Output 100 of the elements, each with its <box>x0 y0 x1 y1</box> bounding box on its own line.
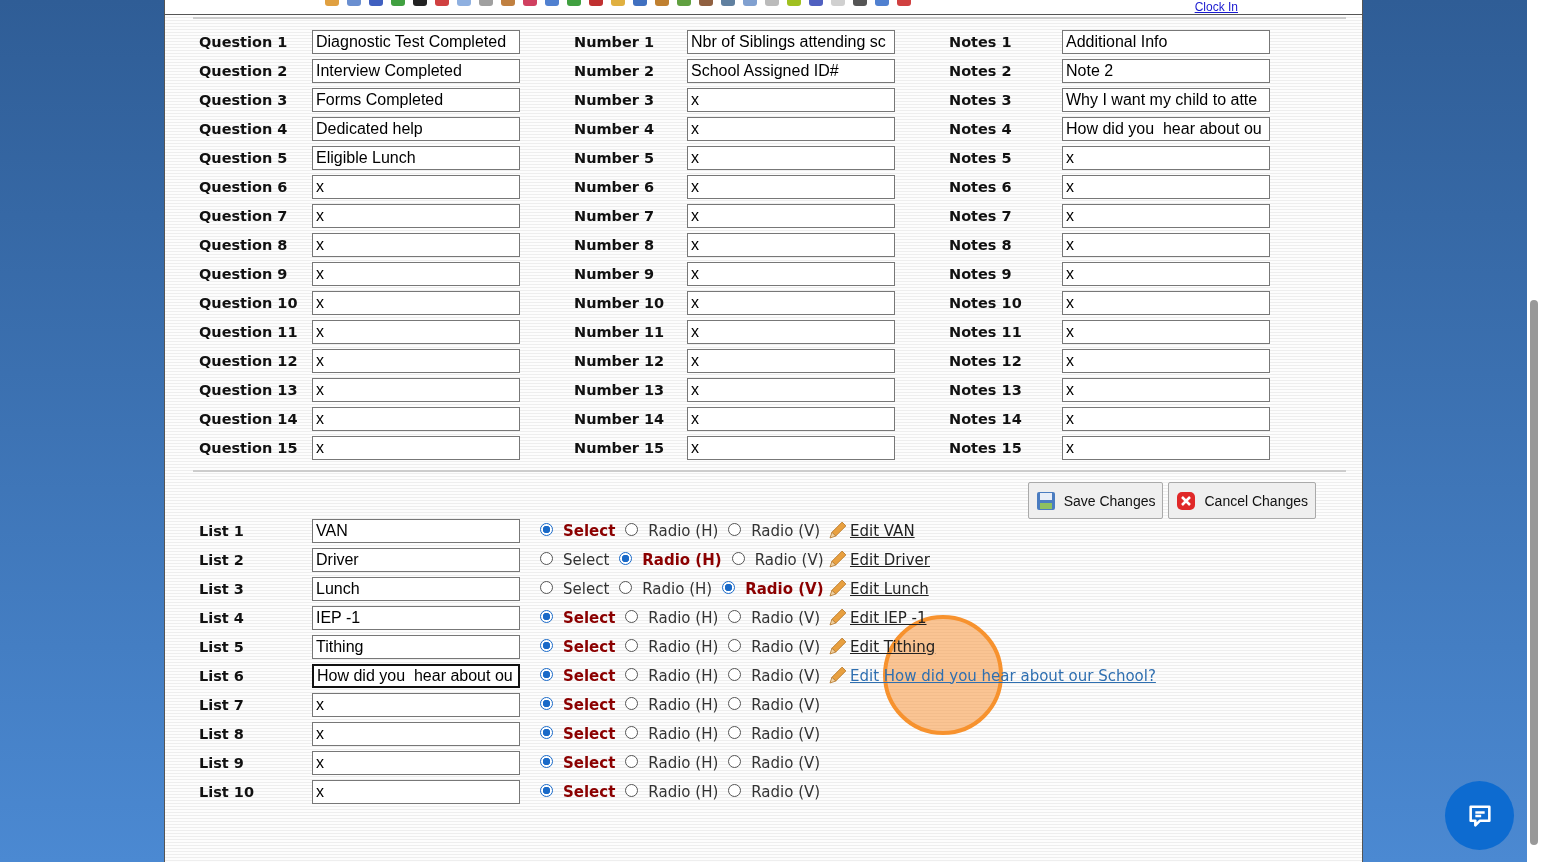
edit-link[interactable]: Edit Tithing <box>850 637 936 656</box>
radio-button[interactable] <box>625 638 639 652</box>
radio-button[interactable] <box>728 725 742 739</box>
text-field[interactable]: Lunch <box>312 576 520 601</box>
radio-button[interactable] <box>619 580 633 594</box>
radio-button[interactable] <box>625 522 639 536</box>
toolbar-icon[interactable] <box>413 0 427 6</box>
text-field[interactable]: VAN <box>312 518 520 543</box>
radio-button[interactable] <box>540 725 553 739</box>
radio-button[interactable] <box>731 551 745 565</box>
text-field[interactable]: x <box>1062 203 1270 228</box>
radio-button[interactable] <box>540 696 553 710</box>
radio-button[interactable] <box>540 609 553 623</box>
edit-link[interactable]: Edit Lunch <box>850 579 929 598</box>
text-field[interactable]: x <box>687 203 895 228</box>
text-field[interactable]: How did you hear about ou <box>312 663 520 688</box>
radio-button[interactable] <box>540 522 553 536</box>
text-field[interactable]: x <box>312 348 520 373</box>
text-field[interactable]: x <box>1062 290 1270 315</box>
text-field[interactable]: x <box>312 721 520 746</box>
radio-button[interactable] <box>540 580 553 594</box>
radio-button[interactable] <box>728 609 742 623</box>
toolbar-icon[interactable] <box>589 0 603 6</box>
text-field[interactable]: x <box>687 261 895 286</box>
field-label: Number 3 <box>574 91 656 108</box>
radio-button[interactable] <box>722 580 736 594</box>
text-field[interactable]: x <box>1062 435 1270 460</box>
radio-button[interactable] <box>728 783 742 797</box>
text-field[interactable]: x <box>312 435 520 460</box>
radio-button[interactable] <box>540 754 553 768</box>
text-field[interactable]: x <box>312 406 520 431</box>
text-field[interactable]: x <box>687 435 895 460</box>
text-field[interactable]: How did you hear about ou <box>1062 116 1270 141</box>
text-field[interactable]: Additional Info <box>1062 29 1270 54</box>
radio-button[interactable] <box>728 696 742 710</box>
radio-button[interactable] <box>625 725 639 739</box>
text-field[interactable]: x <box>312 203 520 228</box>
radio-button[interactable] <box>728 667 742 681</box>
text-field[interactable]: Note 2 <box>1062 58 1270 83</box>
radio-button[interactable] <box>728 754 742 768</box>
edit-link[interactable]: Edit VAN <box>850 521 915 540</box>
text-field[interactable]: x <box>687 116 895 141</box>
text-field[interactable]: IEP -1 <box>312 605 520 630</box>
text-field[interactable]: x <box>1062 377 1270 402</box>
radio-button[interactable] <box>625 696 639 710</box>
radio-button[interactable] <box>540 667 553 681</box>
toolbar-icon[interactable] <box>853 0 867 6</box>
toolbar-icon[interactable] <box>369 0 383 6</box>
radio-button[interactable] <box>625 667 639 681</box>
text-field[interactable]: x <box>1062 174 1270 199</box>
text-field[interactable]: x <box>312 750 520 775</box>
cancel-button[interactable]: Cancel Changes <box>1168 482 1316 519</box>
radio-button[interactable] <box>728 522 742 536</box>
text-field[interactable]: x <box>1062 145 1270 170</box>
text-field[interactable]: x <box>312 319 520 344</box>
text-field[interactable]: Why I want my child to atte <box>1062 87 1270 112</box>
text-field[interactable]: x <box>687 406 895 431</box>
text-field[interactable]: Forms Completed <box>312 87 520 112</box>
text-field[interactable]: x <box>312 692 520 717</box>
text-field[interactable]: x <box>687 377 895 402</box>
text-field[interactable]: School Assigned ID# <box>687 58 895 83</box>
text-field[interactable]: x <box>312 174 520 199</box>
text-field[interactable]: x <box>1062 319 1270 344</box>
text-field[interactable]: Diagnostic Test Completed <box>312 29 520 54</box>
text-field[interactable]: x <box>312 232 520 257</box>
radio-button[interactable] <box>728 638 742 652</box>
radio-button[interactable] <box>625 609 639 623</box>
radio-button[interactable] <box>540 551 553 565</box>
radio-button[interactable] <box>619 551 633 565</box>
text-field[interactable]: x <box>687 348 895 373</box>
toolbar-icon[interactable] <box>699 0 713 6</box>
text-field[interactable]: x <box>687 290 895 315</box>
text-field[interactable]: x <box>312 377 520 402</box>
text-field[interactable]: x <box>687 319 895 344</box>
text-field[interactable]: x <box>687 87 895 112</box>
text-field[interactable]: Tithing <box>312 634 520 659</box>
text-field[interactable]: x <box>687 174 895 199</box>
text-field[interactable]: x <box>312 290 520 315</box>
clock-in-link[interactable]: Clock In <box>1194 1 1238 14</box>
text-field[interactable]: x <box>312 261 520 286</box>
save-button[interactable]: Save Changes <box>1027 482 1164 519</box>
radio-button[interactable] <box>625 754 639 768</box>
text-field[interactable]: Eligible Lunch <box>312 145 520 170</box>
scrollbar[interactable] <box>1527 0 1541 862</box>
radio-button[interactable] <box>540 783 553 797</box>
text-field[interactable]: Driver <box>312 547 520 572</box>
text-field[interactable]: Nbr of Siblings attending sc <box>687 29 895 54</box>
text-field[interactable]: x <box>687 145 895 170</box>
radio-button[interactable] <box>540 638 553 652</box>
text-field[interactable]: x <box>687 232 895 257</box>
text-field[interactable]: x <box>312 779 520 804</box>
toolbar-icon[interactable] <box>809 0 823 6</box>
text-field[interactable]: Interview Completed <box>312 58 520 83</box>
text-field[interactable]: Dedicated help <box>312 116 520 141</box>
radio-button[interactable] <box>625 783 639 797</box>
text-field[interactable]: x <box>1062 261 1270 286</box>
text-field[interactable]: x <box>1062 232 1270 257</box>
edit-link[interactable]: Edit Driver <box>850 550 930 569</box>
text-field[interactable]: x <box>1062 406 1270 431</box>
text-field[interactable]: x <box>1062 348 1270 373</box>
